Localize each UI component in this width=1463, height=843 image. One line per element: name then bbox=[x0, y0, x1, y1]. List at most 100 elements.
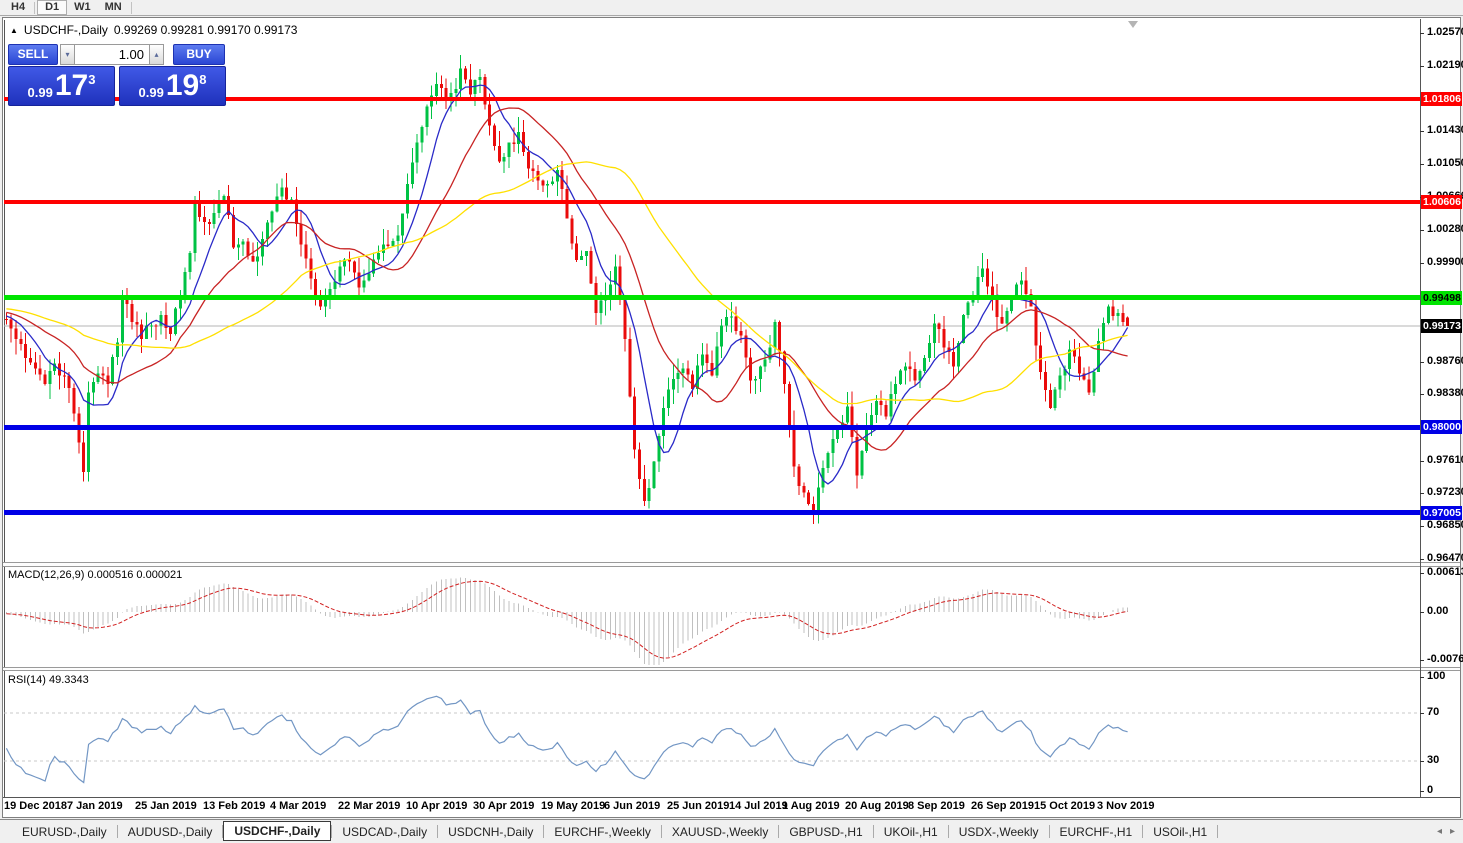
rsi-axis-label: 0 bbox=[1427, 784, 1434, 796]
chart-title: USDCHF-,Daily bbox=[23, 23, 108, 37]
rsi-axis-label: 30 bbox=[1427, 754, 1440, 766]
timeframe-button-w1[interactable]: W1 bbox=[67, 0, 98, 15]
date-axis-label: 6 Jun 2019 bbox=[604, 800, 661, 812]
timeframe-button-h4[interactable]: H4 bbox=[4, 0, 32, 15]
volume-increase-button[interactable]: ▴ bbox=[149, 44, 164, 65]
price-axis-border bbox=[1420, 19, 1421, 797]
date-axis-label: 22 Mar 2019 bbox=[338, 800, 401, 812]
price-axis-tick bbox=[1420, 33, 1424, 34]
price-axis-label: 0.98380 bbox=[1427, 387, 1463, 399]
date-axis-label: 10 Apr 2019 bbox=[406, 800, 468, 812]
horizontal-level-line[interactable] bbox=[4, 425, 1420, 430]
buy-price-panel[interactable]: 0.99 19 8 bbox=[119, 66, 226, 106]
scroll-to-end-marker[interactable] bbox=[1128, 21, 1138, 28]
date-axis-label: 15 Oct 2019 bbox=[1034, 800, 1096, 812]
price-axis-tick bbox=[1420, 263, 1424, 264]
macd-axis-label: 0.00613 bbox=[1427, 566, 1463, 578]
rsi-axis-tick bbox=[1420, 791, 1424, 792]
price-axis-label: 0.98760 bbox=[1427, 355, 1463, 367]
collapse-chart-icon[interactable]: ▲ bbox=[10, 26, 18, 35]
price-axis-tick bbox=[1420, 362, 1424, 363]
tab-scroll-arrows: ◂ ▸ bbox=[1437, 826, 1455, 837]
price-axis-label: 0.97230 bbox=[1427, 486, 1463, 498]
sell-price-pip: 3 bbox=[88, 71, 96, 87]
chart-tab-xauusd-weekly[interactable]: XAUUSD-,Weekly bbox=[662, 822, 778, 842]
macd-axis-label: -0.007612 bbox=[1427, 653, 1463, 665]
macd-axis-tick bbox=[1420, 612, 1424, 613]
chart-tab-usdchf-daily[interactable]: USDCHF-,Daily bbox=[223, 820, 332, 841]
price-axis-label: 1.02570 bbox=[1427, 26, 1463, 38]
date-axis-label: 26 Sep 2019 bbox=[971, 800, 1034, 812]
chart-tab-usdcad-daily[interactable]: USDCAD-,Daily bbox=[332, 822, 437, 842]
chart-title-row: ▲ USDCHF-,Daily 0.99269 0.99281 0.99170 … bbox=[10, 23, 297, 37]
rsi-panel[interactable] bbox=[4, 671, 1420, 797]
price-axis-label: 1.01050 bbox=[1427, 157, 1463, 169]
chart-tab-usoil-h1[interactable]: USOil-,H1 bbox=[1143, 822, 1217, 842]
date-axis-label: 1 Aug 2019 bbox=[782, 800, 840, 812]
buy-price-pip: 8 bbox=[199, 71, 207, 87]
tab-scroll-left-icon[interactable]: ◂ bbox=[1437, 826, 1442, 837]
rsi-axis-tick bbox=[1420, 713, 1424, 714]
date-axis-label: 14 Jul 2019 bbox=[729, 800, 788, 812]
chart-tab-eurchf-h1[interactable]: EURCHF-,H1 bbox=[1050, 822, 1143, 842]
date-axis-label: 4 Mar 2019 bbox=[270, 800, 327, 812]
rsi-axis-tick bbox=[1420, 761, 1424, 762]
date-axis-label: 20 Aug 2019 bbox=[845, 800, 909, 812]
toolbar-separator bbox=[130, 1, 132, 14]
price-axis-tick bbox=[1420, 526, 1424, 527]
price-axis-label: 0.97610 bbox=[1427, 454, 1463, 466]
tab-scroll-right-icon[interactable]: ▸ bbox=[1450, 826, 1455, 837]
volume-decrease-button[interactable]: ▾ bbox=[60, 44, 75, 65]
chart-tab-bar: EURUSD-,Daily AUDUSD-,Daily USDCHF-,Daily U… bbox=[0, 819, 1463, 843]
macd-panel[interactable] bbox=[4, 567, 1420, 667]
date-axis-border bbox=[3, 797, 1460, 798]
macd-label: MACD(12,26,9) 0.000516 0.000021 bbox=[8, 569, 183, 581]
timeframe-button-mn[interactable]: MN bbox=[98, 0, 129, 15]
price-level-badge: 0.99498 bbox=[1421, 291, 1462, 305]
date-axis-label: 13 Feb 2019 bbox=[203, 800, 266, 812]
price-axis-label: 0.99900 bbox=[1427, 256, 1463, 268]
date-axis-label: 8 Sep 2019 bbox=[908, 800, 965, 812]
price-axis-tick bbox=[1420, 493, 1424, 494]
one-click-trading-widget: SELL ▾ ▴ BUY 0.99 17 3 0.99 19 8 bbox=[8, 44, 226, 106]
chart-tab-usdx-weekly[interactable]: USDX-,Weekly bbox=[949, 822, 1049, 842]
buy-button[interactable]: BUY bbox=[173, 44, 225, 65]
price-axis-tick bbox=[1420, 394, 1424, 395]
trading-terminal: H4 D1 W1 MN 1.02570 1.02190 1.01430 1.01050 1.0… bbox=[0, 0, 1463, 843]
chart-tab-audusd-daily[interactable]: AUDUSD-,Daily bbox=[118, 822, 223, 842]
price-axis-label: 1.00280 bbox=[1427, 223, 1463, 235]
price-level-badge: 1.00606 bbox=[1421, 195, 1462, 209]
rsi-axis-tick bbox=[1420, 677, 1424, 678]
date-axis-label: 30 Apr 2019 bbox=[473, 800, 535, 812]
date-axis-label: 19 Dec 2018 bbox=[4, 800, 67, 812]
toolbar-separator bbox=[34, 1, 36, 14]
rsi-axis-label: 100 bbox=[1427, 670, 1446, 682]
horizontal-level-line[interactable] bbox=[4, 200, 1420, 204]
horizontal-level-line[interactable] bbox=[4, 295, 1420, 300]
price-axis-label: 0.96850 bbox=[1427, 519, 1463, 531]
date-axis-label: 25 Jan 2019 bbox=[135, 800, 197, 812]
price-level-badge: 1.01806 bbox=[1421, 92, 1462, 106]
rsi-label: RSI(14) 49.3343 bbox=[8, 674, 89, 686]
horizontal-level-line[interactable] bbox=[4, 510, 1420, 515]
chart-tab-ukoil-h1[interactable]: UKOil-,H1 bbox=[874, 822, 948, 842]
timeframe-button-d1[interactable]: D1 bbox=[37, 0, 68, 15]
buy-price-big: 19 bbox=[165, 69, 200, 102]
date-axis-label: 19 May 2019 bbox=[541, 800, 606, 812]
sell-button[interactable]: SELL bbox=[8, 44, 58, 65]
volume-input[interactable] bbox=[75, 44, 149, 65]
sell-price-panel[interactable]: 0.99 17 3 bbox=[8, 66, 115, 106]
macd-axis-tick bbox=[1420, 660, 1424, 661]
price-axis-tick bbox=[1420, 66, 1424, 67]
chart-tab-eurusd-daily[interactable]: EURUSD-,Daily bbox=[12, 822, 117, 842]
chart-tab-usdcnh-daily[interactable]: USDCNH-,Daily bbox=[438, 822, 543, 842]
price-axis-tick bbox=[1420, 559, 1424, 560]
tab-separator bbox=[1217, 825, 1219, 838]
price-level-badge: 0.98000 bbox=[1421, 420, 1462, 434]
price-level-badge: 0.97005 bbox=[1421, 506, 1462, 520]
chart-tab-gbpusd-h1[interactable]: GBPUSD-,H1 bbox=[779, 822, 872, 842]
macd-axis-label: 0.00 bbox=[1427, 605, 1449, 617]
price-axis-tick bbox=[1420, 164, 1424, 165]
chart-tab-eurchf-weekly[interactable]: EURCHF-,Weekly bbox=[544, 822, 660, 842]
buy-price-prefix: 0.99 bbox=[138, 84, 164, 100]
